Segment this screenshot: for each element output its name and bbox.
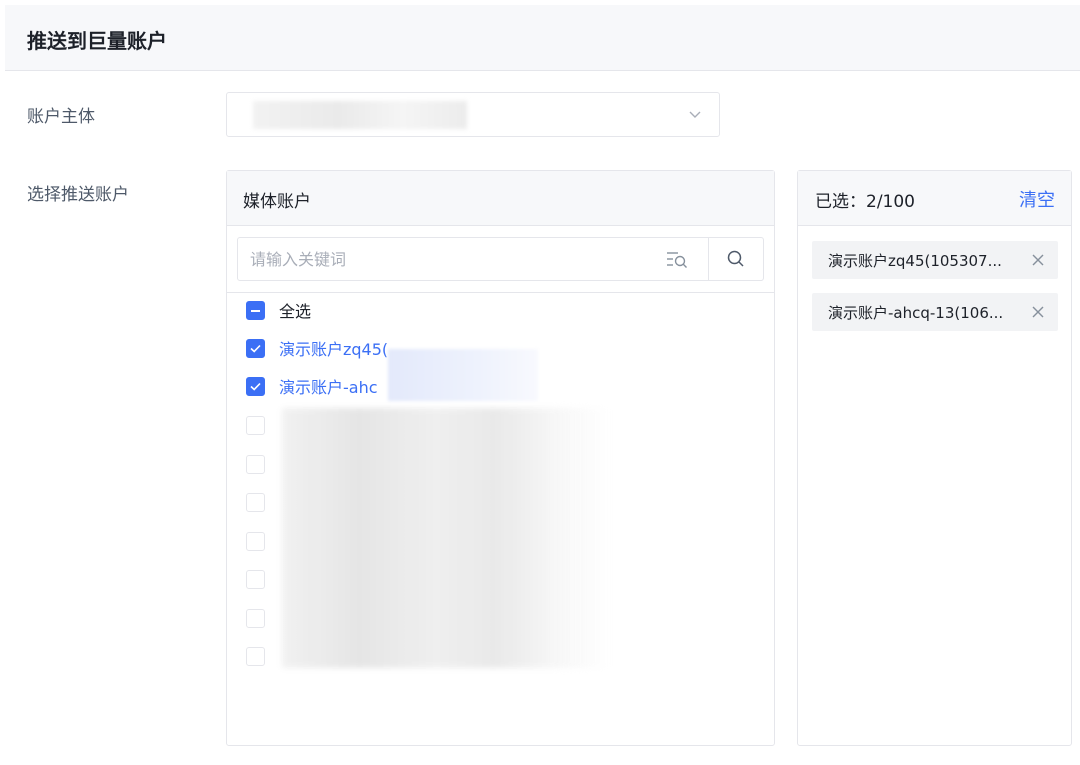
clear-button[interactable]: 清空 — [1019, 186, 1055, 212]
list-item[interactable] — [246, 530, 279, 552]
list-item[interactable]: 演示账户-ahc — [246, 375, 378, 397]
item-checkbox[interactable] — [246, 454, 265, 474]
search-button[interactable] — [708, 238, 764, 280]
item-label: 演示账户zq45( — [279, 340, 389, 359]
item-label: 演示账户-ahc — [279, 378, 378, 397]
tag-label: 演示账户zq45(105307... — [828, 252, 1002, 270]
list-item[interactable] — [246, 491, 279, 513]
selected-count: 已选：2/100 — [815, 192, 915, 212]
selected-tag: 演示账户zq45(105307... — [812, 241, 1058, 279]
subject-label: 账户主体 — [27, 107, 95, 127]
chevron-down-icon — [689, 111, 701, 118]
item-checkbox[interactable] — [246, 531, 265, 551]
list-item[interactable] — [246, 607, 279, 629]
list-item[interactable] — [246, 453, 279, 475]
divider — [227, 292, 774, 293]
dialog-header: 推送到巨量账户 — [5, 5, 1080, 71]
item-checkbox[interactable] — [246, 415, 265, 435]
item-checkbox[interactable] — [246, 646, 265, 666]
item-checkbox[interactable] — [246, 569, 265, 589]
selected-tag: 演示账户-ahcq-13(106... — [812, 293, 1058, 331]
item-checkbox[interactable] — [246, 338, 265, 358]
tag-label: 演示账户-ahcq-13(106... — [828, 304, 1004, 322]
search-input[interactable] — [238, 238, 708, 280]
selected-panel-header: 已选：2/100 清空 — [798, 171, 1071, 226]
selected-accounts-panel: 已选：2/100 清空 演示账户zq45(105307... 演示账户-ahcq… — [797, 170, 1072, 746]
select-all-label: 全选 — [279, 302, 312, 321]
select-all-checkbox[interactable] — [246, 300, 265, 320]
list-item[interactable]: 演示账户zq45( — [246, 337, 388, 359]
list-item[interactable] — [246, 645, 279, 667]
check-icon — [250, 382, 261, 391]
select-all-row[interactable]: 全选 — [246, 299, 311, 321]
item-checkbox[interactable] — [246, 608, 265, 628]
search-icon — [727, 250, 744, 267]
item-checkbox[interactable] — [246, 376, 265, 396]
media-panel-header: 媒体账户 — [227, 171, 774, 226]
push-accounts-label: 选择推送账户 — [27, 185, 129, 205]
redacted-area — [388, 349, 538, 401]
media-panel-title: 媒体账户 — [243, 192, 311, 212]
subject-value-redacted — [253, 101, 467, 129]
dialog-title: 推送到巨量账户 — [27, 29, 167, 53]
item-checkbox[interactable] — [246, 492, 265, 512]
list-item[interactable] — [246, 568, 279, 590]
close-icon[interactable] — [1030, 252, 1046, 268]
list-item[interactable] — [246, 414, 279, 436]
redacted-area — [282, 408, 668, 668]
account-subject-select[interactable] — [226, 92, 720, 137]
close-icon[interactable] — [1030, 304, 1046, 320]
check-icon — [250, 344, 261, 353]
filter-search-icon[interactable] — [666, 250, 688, 270]
keyword-search — [237, 237, 764, 281]
